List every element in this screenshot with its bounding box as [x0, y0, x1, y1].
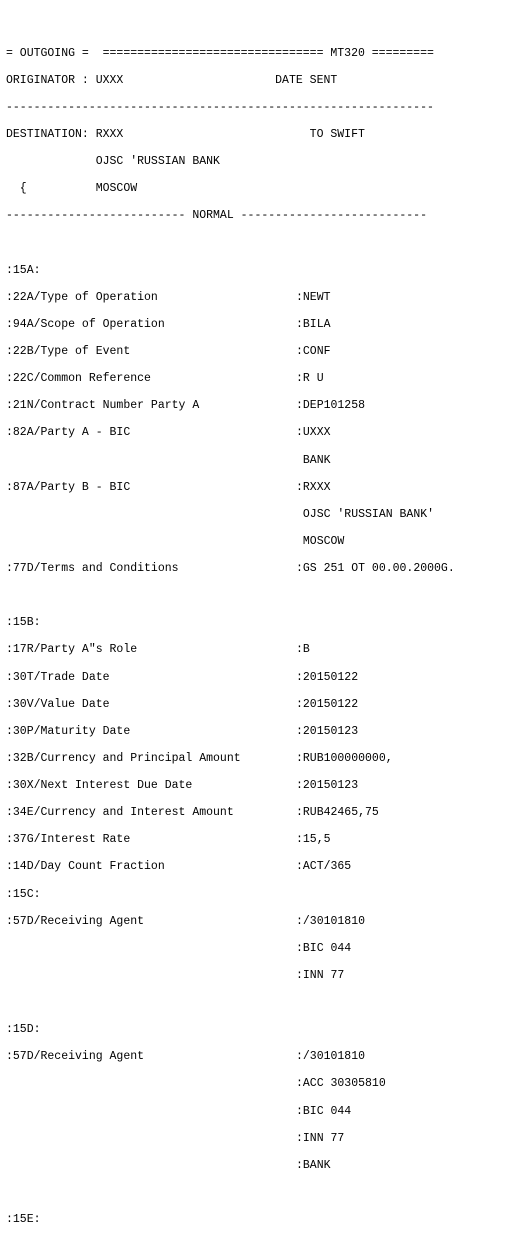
field-94A-label: :94A/Scope of Operation	[6, 318, 296, 332]
field-21N-label: :21N/Contract Number Party A	[6, 399, 296, 413]
field-37G-label: :37G/Interest Rate	[6, 833, 296, 847]
section-15A: :15A:	[6, 264, 515, 278]
outgoing-label: = OUTGOING =	[6, 47, 89, 60]
field-57D-d-line2: :ACC 30305810	[296, 1077, 386, 1091]
field-82A-label: :82A/Party A - BIC	[6, 426, 296, 440]
field-37G-value: :15,5	[296, 833, 331, 847]
field-57D-c-line3: :INN 77	[296, 969, 344, 983]
destination-name: OJSC 'RUSSIAN BANK	[6, 155, 515, 169]
field-57D-d-label: :57D/Receiving Agent	[6, 1050, 296, 1064]
section-15C: :15C:	[6, 888, 515, 902]
field-22B-value: :CONF	[296, 345, 331, 359]
field-17R-label: :17R/Party A"s Role	[6, 643, 296, 657]
field-82A-value-2: BANK	[296, 454, 331, 468]
field-87A-value-3: MOSCOW	[296, 535, 344, 549]
outgoing-bar: ================================ MT320 =…	[89, 47, 434, 60]
field-30P-label: :30P/Maturity Date	[6, 725, 296, 739]
section-15E: :15E:	[6, 1213, 515, 1227]
field-32B-value: :RUB100000000,	[296, 752, 393, 766]
field-57D-c-line2: :BIC 044	[296, 942, 351, 956]
divider: ----------------------------------------…	[6, 101, 515, 115]
field-87A-value: :RXXX	[296, 481, 331, 495]
field-22B-label: :22B/Type of Event	[6, 345, 296, 359]
field-14D-value: :ACT/365	[296, 860, 351, 874]
field-57D-d-line4: :INN 77	[296, 1132, 344, 1146]
field-17R-value: :B	[296, 643, 310, 657]
header-outgoing: = OUTGOING = ===========================…	[6, 47, 515, 61]
field-82A-value: :UXXX	[296, 426, 331, 440]
field-22A-value: :NEWT	[296, 291, 331, 305]
field-30V-label: :30V/Value Date	[6, 698, 296, 712]
field-57D-c-label: :57D/Receiving Agent	[6, 915, 296, 929]
destination-label: DESTINATION:	[6, 128, 96, 141]
originator-label: ORIGINATOR :	[6, 74, 96, 87]
section-15D: :15D:	[6, 1023, 515, 1037]
date-sent-label: DATE SENT	[275, 74, 337, 87]
field-30X-label: :30X/Next Interest Due Date	[6, 779, 296, 793]
field-87A-value-2: OJSC 'RUSSIAN BANK'	[296, 508, 434, 522]
originator-row: ORIGINATOR : UXXX DATE SENT	[6, 74, 515, 88]
to-swift-label: TO SWIFT	[310, 128, 365, 141]
originator-value: UXXX	[96, 74, 124, 87]
field-32B-label: :32B/Currency and Principal Amount	[6, 752, 296, 766]
field-34E-label: :34E/Currency and Interest Amount	[6, 806, 296, 820]
field-30T-value: :20150122	[296, 671, 358, 685]
field-22A-label: :22A/Type of Operation	[6, 291, 296, 305]
field-94A-value: :BILA	[296, 318, 331, 332]
field-77D-label: :77D/Terms and Conditions	[6, 562, 296, 576]
destination-value: RXXX	[96, 128, 124, 141]
field-87A-label: :87A/Party B - BIC	[6, 481, 296, 495]
field-14D-label: :14D/Day Count Fraction	[6, 860, 296, 874]
brace-row: { MOSCOW	[6, 182, 515, 196]
field-34E-value: :RUB42465,75	[296, 806, 379, 820]
destination-row: DESTINATION: RXXX TO SWIFT	[6, 128, 515, 142]
field-22C-label: :22C/Common Reference	[6, 372, 296, 386]
field-57D-d-line5: :BANK	[296, 1159, 331, 1173]
field-22C-value: :R U	[296, 372, 324, 386]
section-15B: :15B:	[6, 616, 515, 630]
field-57D-d-line3: :BIC 044	[296, 1105, 351, 1119]
field-30T-label: :30T/Trade Date	[6, 671, 296, 685]
field-77D-value: :GS 251 OT 00.00.2000G.	[296, 562, 455, 576]
normal-divider: -------------------------- NORMAL ------…	[6, 209, 515, 223]
field-21N-value: :DEP101258	[296, 399, 365, 413]
field-57D-d-value: :/30101810	[296, 1050, 365, 1064]
field-57D-c-value: :/30101810	[296, 915, 365, 929]
field-30X-value: :20150123	[296, 779, 358, 793]
field-30P-value: :20150123	[296, 725, 358, 739]
field-30V-value: :20150122	[296, 698, 358, 712]
